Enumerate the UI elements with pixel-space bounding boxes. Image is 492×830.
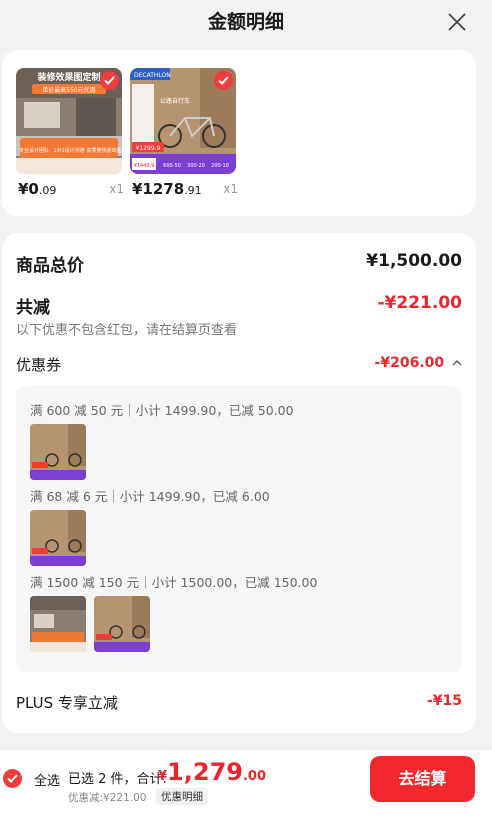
coupon-details: 满 600 减 50 元｜小计 1499.90，已减 50.00 满 68 减 … [16, 386, 462, 672]
total-amount: ¥1,279.00 [158, 758, 266, 786]
thumb-tag: 200-10 [211, 163, 229, 169]
coupon-label: 优惠券 [16, 356, 62, 374]
thumb-tag: 专业设计团队 [19, 147, 49, 154]
total-reduce-value: -¥221.00 [377, 293, 463, 313]
close-icon[interactable] [446, 11, 468, 33]
select-all-check-icon[interactable] [3, 769, 22, 788]
thumb-price: ¥1299.9 [136, 145, 161, 152]
selected-summary: 已选 2 件，合计: [68, 772, 167, 787]
thumb-title: 装修效果图定制 [36, 71, 100, 83]
select-all-label[interactable]: 全选 [34, 770, 60, 789]
plus-discount-row: PLUS 专享立减 -¥15 [16, 692, 462, 713]
coupon-product-thumbnail [94, 596, 150, 652]
total-reduce-label: 共减 [16, 298, 50, 318]
checkout-button[interactable]: 去结算 [370, 756, 475, 802]
coupon-row[interactable]: 优惠券 -¥206.00 [16, 354, 462, 375]
thumb-price: ¥1449.9 [134, 163, 155, 169]
product-quantity: x1 [223, 182, 238, 196]
coupon-product-thumbnail [30, 510, 86, 566]
selected-check-icon[interactable] [100, 71, 119, 90]
total-price-row: 商品总价 ¥1,500.00 [16, 251, 462, 276]
product-item[interactable]: DECATHLON 公路自行车 ¥1299.9 ¥1449.9 600-50 3… [130, 68, 238, 198]
product-price: ¥1278.91 [132, 180, 202, 198]
products-card: 装修效果图定制 单价最高550元优惠 专业设计团队 1对1设计沟通 高质量快速出… [2, 50, 476, 216]
price-summary-card: 商品总价 ¥1,500.00 共减 -¥221.00 以下优惠不包含红包，请在结… [2, 233, 476, 733]
discount-detail-link[interactable]: 优惠明细 [156, 788, 208, 805]
chevron-up-icon[interactable] [452, 359, 462, 367]
coupon-product-thumbnail [30, 424, 86, 480]
product-thumbnail[interactable]: DECATHLON 公路自行车 ¥1299.9 ¥1449.9 600-50 3… [130, 68, 236, 174]
product-item[interactable]: 装修效果图定制 单价最高550元优惠 专业设计团队 1对1设计沟通 高质量快速出… [16, 68, 124, 198]
product-quantity: x1 [109, 182, 124, 196]
coupon-rule: 满 600 减 50 元｜小计 1499.90，已减 50.00 [30, 403, 294, 418]
header: 金额明细 [0, 0, 492, 46]
thumb-tag: 1对1设计沟通 [53, 147, 84, 154]
total-reduce-row: 共减 -¥221.00 [16, 293, 462, 318]
thumb-brand: DECATHLON [134, 72, 171, 79]
checkout-bar: 全选 已选 2 件，合计: ¥1,279.00 优惠减:¥221.00 优惠明细… [0, 750, 492, 830]
thumb-tag: 600-50 [163, 163, 181, 169]
selected-check-icon[interactable] [214, 71, 233, 90]
total-price-value: ¥1,500.00 [366, 251, 462, 271]
plus-discount-value: -¥15 [426, 693, 462, 709]
plus-discount-label: PLUS 专享立减 [16, 694, 118, 712]
thumb-subtitle: 单价最高550元优惠 [42, 86, 95, 94]
coupon-rule: 满 68 减 6 元｜小计 1499.90，已减 6.00 [30, 489, 270, 504]
product-price: ¥0.09 [18, 180, 57, 198]
thumb-tag: 300-20 [187, 163, 205, 169]
coupon-product-thumbnail [30, 596, 86, 652]
coupon-value[interactable]: -¥206.00 [375, 355, 462, 371]
page-title: 金额明细 [207, 11, 284, 33]
discount-summary: 优惠减:¥221.00 [68, 792, 147, 804]
coupon-rule: 满 1500 减 150 元｜小计 1500.00，已减 150.00 [30, 575, 318, 590]
thumb-title: 公路自行车 [160, 97, 190, 105]
total-price-label: 商品总价 [16, 256, 84, 276]
reduce-note: 以下优惠不包含红包，请在结算页查看 [16, 323, 238, 338]
product-thumbnail[interactable]: 装修效果图定制 单价最高550元优惠 专业设计团队 1对1设计沟通 高质量快速出… [16, 68, 122, 174]
thumb-tag: 高质量快速出图 [86, 147, 121, 154]
